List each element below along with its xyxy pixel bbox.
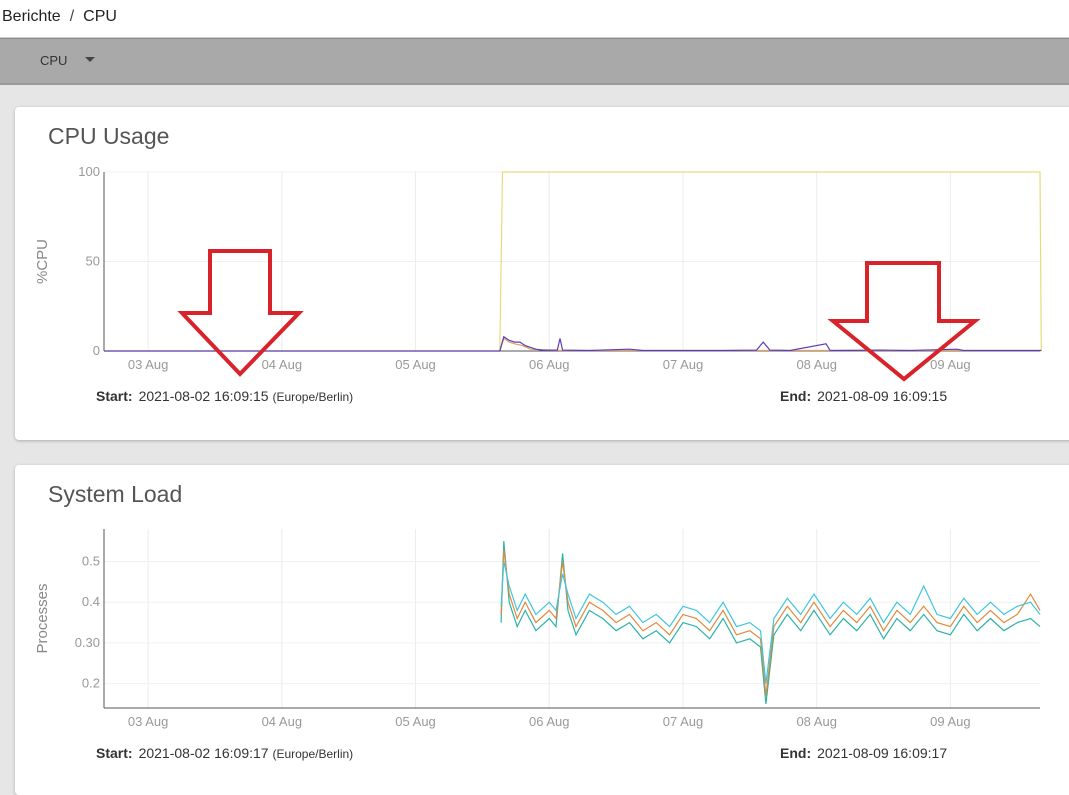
report-selector-value: CPU [40, 53, 68, 68]
load-y-tick-label: 0.30 [75, 635, 100, 650]
caret-down-icon [85, 57, 96, 63]
load-x-tick-label: 04 Aug [262, 714, 303, 729]
load-y-tick-label: 0.2 [82, 676, 100, 691]
cpu-x-tick-label: 09 Aug [930, 357, 971, 372]
load-start-timezone: (Europe/Berlin) [272, 747, 354, 761]
cpu-start-range: Start: 2021-08-02 16:09:15 (Europe/Berlin… [96, 388, 353, 404]
cpu-start-label: Start: [96, 388, 133, 404]
load-x-tick-label: 07 Aug [663, 714, 704, 729]
cpu-series-line-2 [104, 335, 1042, 352]
load-start-range: Start: 2021-08-02 16:09:17 (Europe/Berlin… [96, 745, 353, 761]
load-start-value: 2021-08-02 16:09:17 [138, 745, 269, 761]
cpu-x-tick-label: 08 Aug [796, 357, 837, 372]
cpu-start-value: 2021-08-02 16:09:15 [138, 388, 269, 404]
breadcrumb-root-link[interactable]: Berichte [0, 0, 61, 34]
load-end-label: End: [780, 745, 812, 761]
load-x-tick-label: 06 Aug [529, 714, 570, 729]
cpu-x-tick-label: 05 Aug [395, 357, 436, 372]
report-selector-dropdown[interactable]: CPU [30, 45, 105, 77]
cpu-y-axis-label: %CPU [34, 239, 51, 284]
load-series-line-1 [500, 549, 1041, 696]
cpu-end-label: End: [780, 388, 812, 404]
cpu-end-range: End: 2021-08-09 16:09:15 [780, 388, 947, 404]
load-x-tick-label: 08 Aug [796, 714, 837, 729]
load-series-line-0 [500, 541, 1041, 704]
cpu-y-tick-label: 50 [86, 254, 100, 269]
load-x-tick-label: 03 Aug [128, 714, 169, 729]
load-end-range: End: 2021-08-09 16:09:17 [780, 745, 947, 761]
load-end-value: 2021-08-09 16:09:17 [817, 745, 948, 761]
cpu-y-tick-label: 100 [78, 164, 100, 179]
cpu-end-value: 2021-08-09 16:09:15 [817, 388, 948, 404]
system-load-card: System Load 03 Aug 04 Aug 05 Aug 06 Aug 07 A… [15, 465, 1069, 795]
load-x-tick-label: 05 Aug [395, 714, 436, 729]
cpu-x-tick-label: 03 Aug [128, 357, 169, 372]
cpu-x-tick-label: 07 Aug [663, 357, 704, 372]
load-y-tick-label: 0.4 [82, 594, 100, 609]
breadcrumb-current: CPU [83, 8, 117, 25]
cpu-y-tick-label: 0 [93, 343, 100, 358]
cpu-x-tick-label: 04 Aug [262, 357, 303, 372]
load-y-tick-label: 0.5 [82, 554, 100, 569]
breadcrumb: Berichte / CPU [0, 0, 1069, 38]
toolbar: CPU [0, 38, 1069, 85]
breadcrumb-separator: / [69, 8, 75, 25]
cpu-series-line-1 [499, 337, 1042, 352]
cpu-x-tick-label: 06 Aug [529, 357, 570, 372]
cpu-start-timezone: (Europe/Berlin) [272, 390, 354, 404]
load-x-tick-label: 09 Aug [930, 714, 971, 729]
load-start-label: Start: [96, 745, 133, 761]
cpu-usage-card: CPU Usage 03 Aug 04 Aug 05 Aug 06 Aug 07 Aug… [15, 107, 1069, 440]
load-y-axis-label: Processes [34, 583, 51, 653]
